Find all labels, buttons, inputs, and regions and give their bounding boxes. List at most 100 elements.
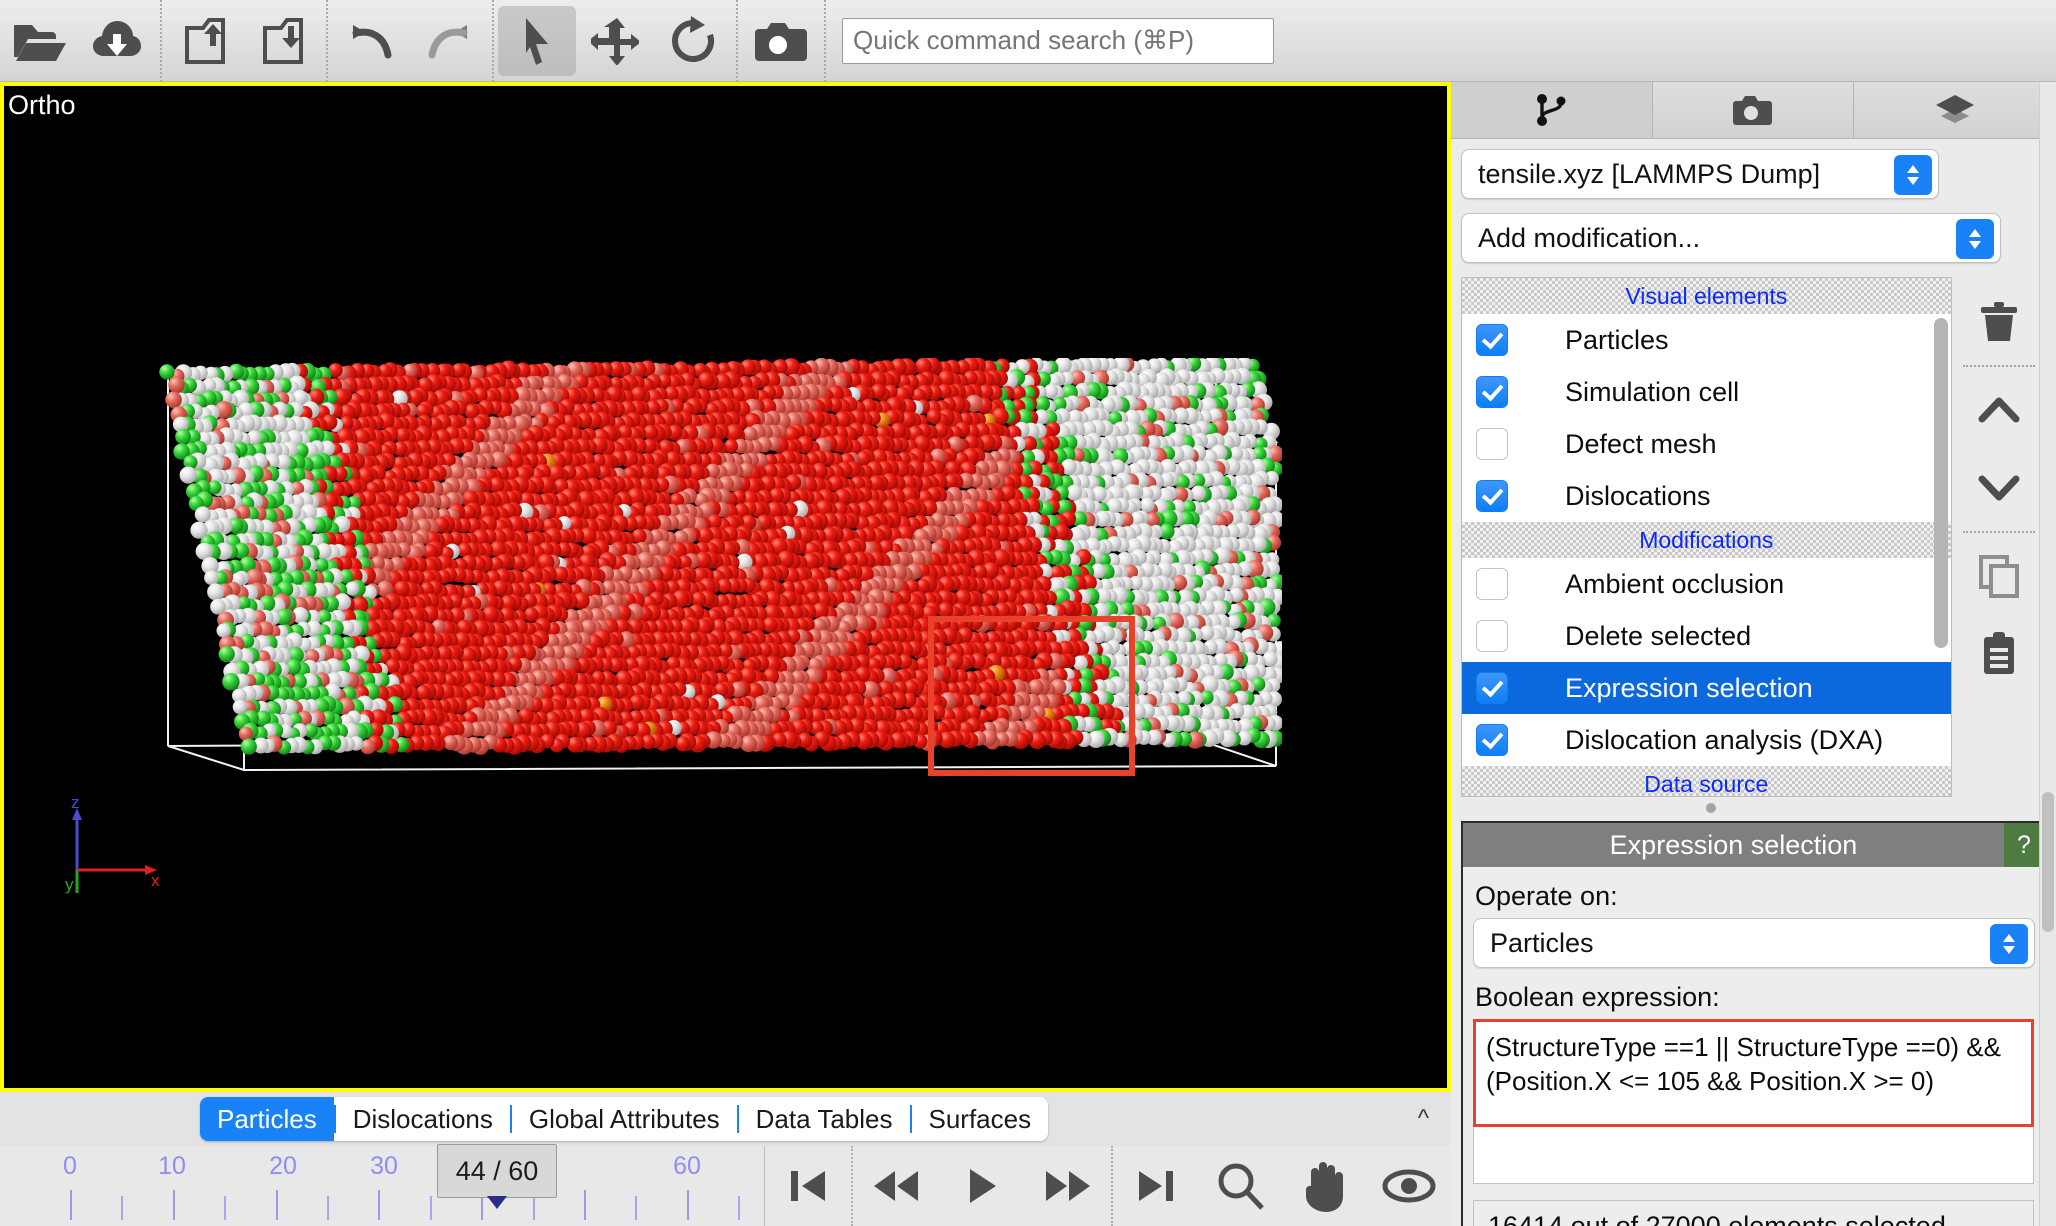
- pipeline-list-scrollbar[interactable]: [1934, 318, 1948, 648]
- pipeline-item-checkbox[interactable]: [1476, 724, 1508, 756]
- play-button[interactable]: [939, 1146, 1025, 1226]
- render-button[interactable]: [742, 6, 820, 76]
- pipeline-branch-icon: [1533, 92, 1569, 128]
- clipboard-icon: [1980, 631, 2018, 677]
- pipeline-section-modifications: Modifications: [1462, 522, 1951, 558]
- pipeline-editor: tensile.xyz [LAMMPS Dump] Add modificati…: [1451, 139, 2056, 815]
- timeline-tick-label: 60: [673, 1152, 701, 1181]
- paste-modifier-button[interactable]: [1959, 615, 2039, 693]
- timeline-slider[interactable]: 010203060 44 / 60: [0, 1146, 765, 1226]
- data-source-combo[interactable]: tensile.xyz [LAMMPS Dump]: [1461, 149, 1939, 199]
- quick-command-search-input[interactable]: [842, 18, 1274, 64]
- svg-text:x: x: [151, 871, 160, 890]
- axis-tripod-icon: z y x: [59, 798, 169, 908]
- tab-global-attributes[interactable]: Global Attributes: [512, 1097, 737, 1141]
- step-forward-button[interactable]: [1025, 1146, 1111, 1226]
- pipeline-list-row: Visual elementsParticlesSimulation cellD…: [1461, 277, 2046, 797]
- side-separator: [1963, 531, 2035, 533]
- timeline-tick: [533, 1196, 535, 1220]
- timeline-tick-label: 20: [269, 1152, 297, 1181]
- select-mode-button[interactable]: [498, 6, 576, 76]
- orbit-tool-button[interactable]: [1367, 1146, 1451, 1226]
- pipeline-list[interactable]: Visual elementsParticlesSimulation cellD…: [1461, 277, 1952, 797]
- pipeline-item-delete-selected[interactable]: Delete selected: [1462, 610, 1951, 662]
- goto-end-button[interactable]: [1113, 1146, 1199, 1226]
- chevron-updown-icon: [1990, 924, 2028, 964]
- move-mode-button[interactable]: [576, 6, 654, 76]
- chevron-updown-icon: [1894, 155, 1932, 195]
- open-file-button[interactable]: [0, 6, 78, 76]
- pipeline-item-simulation-cell[interactable]: Simulation cell: [1462, 366, 1951, 418]
- timeline-tick: [430, 1196, 432, 1220]
- pipeline-item-label: Simulation cell: [1565, 377, 1739, 408]
- tab-data-tables[interactable]: Data Tables: [739, 1097, 910, 1141]
- overlays-tab[interactable]: [1854, 82, 2056, 138]
- move-down-button[interactable]: [1959, 449, 2039, 527]
- timeline-tick-label: 10: [158, 1152, 186, 1181]
- help-button[interactable]: ?: [2004, 823, 2044, 867]
- command-panel-scrollbar[interactable]: [2039, 82, 2056, 1226]
- panel-splitter-handle[interactable]: [1461, 801, 1960, 815]
- pipeline-item-label: Dislocation analysis (DXA): [1565, 725, 1883, 756]
- delete-modifier-button[interactable]: [1959, 283, 2039, 361]
- viewport-3d[interactable]: Ortho: [4, 86, 1447, 1088]
- boolean-expression-input[interactable]: (StructureType ==1 || StructureType ==0)…: [1473, 1019, 2034, 1127]
- svg-text:z: z: [71, 798, 80, 812]
- pipeline-item-label: Ambient occlusion: [1565, 569, 1784, 600]
- render-tab[interactable]: [1653, 82, 1855, 138]
- step-back-button[interactable]: [853, 1146, 939, 1226]
- toolbar-separator: [160, 0, 162, 82]
- editor-title-bar: Expression selection ?: [1463, 823, 2044, 867]
- pipeline-item-defect-mesh[interactable]: Defect mesh: [1462, 418, 1951, 470]
- goto-start-button[interactable]: [765, 1146, 851, 1226]
- load-remote-file-button[interactable]: [78, 6, 156, 76]
- pipeline-item-checkbox[interactable]: [1476, 620, 1508, 652]
- zoom-tool-button[interactable]: [1199, 1146, 1283, 1226]
- add-modification-label: Add modification...: [1478, 223, 1700, 254]
- current-frame-label: 44 / 60: [456, 1156, 539, 1187]
- pipeline-item-checkbox[interactable]: [1476, 324, 1508, 356]
- copy-modifier-button[interactable]: [1959, 537, 2039, 615]
- pipeline-item-dislocation-analysis-dxa[interactable]: Dislocation analysis (DXA): [1462, 714, 1951, 766]
- redo-button[interactable]: [410, 6, 488, 76]
- timeline-thumb[interactable]: 44 / 60: [437, 1144, 557, 1198]
- pipeline-item-particles[interactable]: Particles: [1462, 314, 1951, 366]
- pipeline-item-checkbox[interactable]: [1476, 568, 1508, 600]
- playback-controls: [765, 1146, 1199, 1226]
- expression-extra-line[interactable]: [1473, 1127, 2034, 1184]
- side-separator: [1963, 365, 2035, 367]
- pipeline-side-toolbar: [1952, 277, 2046, 797]
- modifier-properties-editor: Expression selection ? Operate on: Parti…: [1461, 821, 2046, 1226]
- tab-particles[interactable]: Particles: [200, 1097, 334, 1141]
- save-session-button[interactable]: [166, 6, 244, 76]
- timeline-tick: [224, 1196, 226, 1220]
- timeline-thumb-pointer: [487, 1196, 507, 1209]
- collapse-inspector-button[interactable]: ^: [1418, 1105, 1429, 1133]
- scrollbar-thumb[interactable]: [2042, 792, 2054, 932]
- operate-on-combo[interactable]: Particles: [1473, 918, 2035, 968]
- undo-button[interactable]: [332, 6, 410, 76]
- viewport-caption[interactable]: Ortho: [8, 90, 76, 121]
- pipeline-tab[interactable]: [1451, 82, 1653, 138]
- pipeline-item-ambient-occlusion[interactable]: Ambient occlusion: [1462, 558, 1951, 610]
- rotate-mode-button[interactable]: [654, 6, 732, 76]
- camera-icon: [1733, 93, 1773, 127]
- pipeline-item-dislocations[interactable]: Dislocations: [1462, 470, 1951, 522]
- trash-icon: [1979, 300, 2019, 344]
- pipeline-item-checkbox[interactable]: [1476, 376, 1508, 408]
- tab-surfaces[interactable]: Surfaces: [912, 1097, 1049, 1141]
- pipeline-item-expression-selection[interactable]: Expression selection: [1462, 662, 1951, 714]
- pipeline-item-label: Particles: [1565, 325, 1669, 356]
- add-modification-combo[interactable]: Add modification...: [1461, 213, 2001, 263]
- editor-body: Operate on: Particles Boolean expression…: [1463, 867, 2044, 1226]
- move-up-button[interactable]: [1959, 371, 2039, 449]
- pan-tool-button[interactable]: [1283, 1146, 1367, 1226]
- pipeline-item-checkbox[interactable]: [1476, 480, 1508, 512]
- viewport-mode-group: [498, 0, 732, 81]
- timeline-tick: [327, 1196, 329, 1220]
- particle-rendering: [154, 358, 1282, 778]
- pipeline-item-checkbox[interactable]: [1476, 428, 1508, 460]
- pipeline-item-checkbox[interactable]: [1476, 672, 1508, 704]
- load-session-button[interactable]: [244, 6, 322, 76]
- tab-dislocations[interactable]: Dislocations: [336, 1097, 510, 1141]
